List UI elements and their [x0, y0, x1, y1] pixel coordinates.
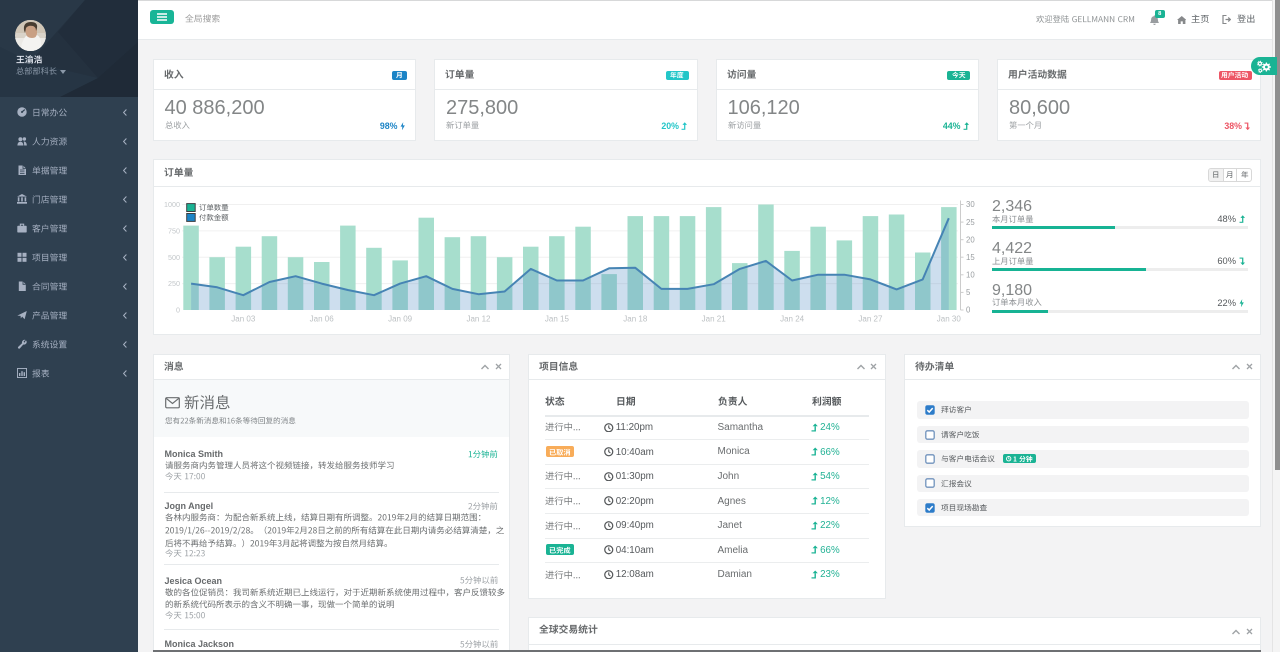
svg-text:0: 0 — [966, 306, 971, 315]
svg-text:Jan 30: Jan 30 — [937, 315, 962, 324]
svg-text:Jan 09: Jan 09 — [388, 315, 413, 324]
svg-text:250: 250 — [168, 279, 180, 288]
svg-text:30: 30 — [966, 200, 975, 209]
svg-text:25: 25 — [966, 218, 975, 227]
svg-text:0: 0 — [176, 306, 180, 315]
svg-text:750: 750 — [168, 227, 180, 236]
svg-text:Jan 03: Jan 03 — [231, 315, 256, 324]
svg-text:20: 20 — [966, 235, 975, 244]
svg-text:Jan 12: Jan 12 — [466, 315, 491, 324]
svg-text:15: 15 — [966, 253, 975, 262]
svg-text:Jan 27: Jan 27 — [858, 315, 883, 324]
svg-text:500: 500 — [168, 253, 180, 262]
svg-text:Jan 06: Jan 06 — [310, 315, 335, 324]
svg-text:5: 5 — [966, 288, 971, 297]
svg-text:Jan 15: Jan 15 — [545, 315, 570, 324]
svg-text:1000: 1000 — [164, 200, 180, 209]
svg-text:Jan 18: Jan 18 — [623, 315, 648, 324]
svg-text:Jan 21: Jan 21 — [702, 315, 727, 324]
svg-text:Jan 24: Jan 24 — [780, 315, 805, 324]
svg-text:10: 10 — [966, 271, 975, 280]
